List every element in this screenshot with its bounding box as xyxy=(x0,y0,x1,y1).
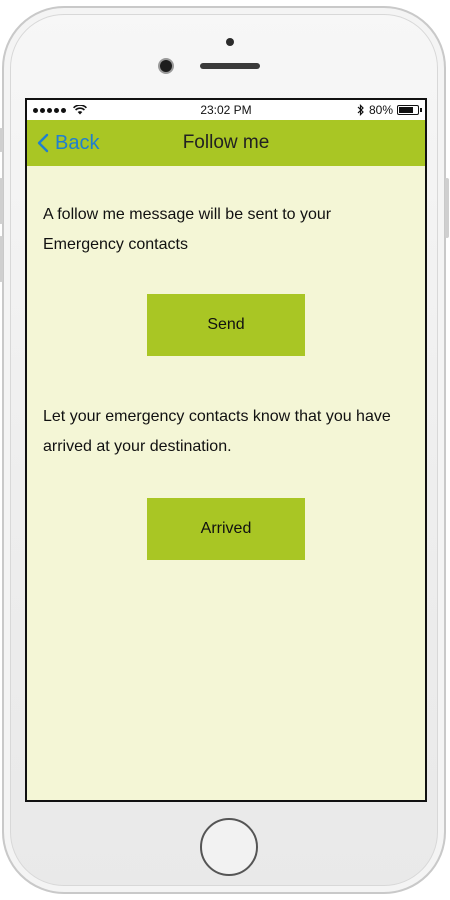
arrived-message: Let your emergency contacts know that yo… xyxy=(43,408,391,455)
send-wrapper: Send xyxy=(43,294,409,356)
earpiece-speaker xyxy=(200,63,260,69)
front-sensor xyxy=(226,38,234,46)
home-button[interactable] xyxy=(200,818,258,876)
front-camera xyxy=(160,60,172,72)
battery-icon xyxy=(397,105,422,115)
navigation-bar: Back Follow me xyxy=(27,120,425,166)
phone-side-button xyxy=(0,128,3,152)
send-button[interactable]: Send xyxy=(147,294,305,356)
follow-message: A follow me message will be sent to your… xyxy=(43,206,332,253)
back-label: Back xyxy=(55,131,100,154)
chevron-left-icon xyxy=(37,133,49,153)
battery-fill xyxy=(399,107,414,113)
back-button[interactable]: Back xyxy=(37,120,99,166)
app-screen: 23:02 PM 80% Back Follow me A follow me … xyxy=(25,98,427,802)
main-content: A follow me message will be sent to your… xyxy=(27,200,425,560)
status-bar: 23:02 PM 80% xyxy=(27,100,425,120)
arrived-button[interactable]: Arrived xyxy=(147,498,305,560)
phone-volume-up xyxy=(0,178,3,224)
status-time: 23:02 PM xyxy=(200,103,252,117)
phone-power-button xyxy=(445,178,449,238)
arrived-wrapper: Arrived xyxy=(43,498,409,560)
phone-volume-down xyxy=(0,236,3,282)
